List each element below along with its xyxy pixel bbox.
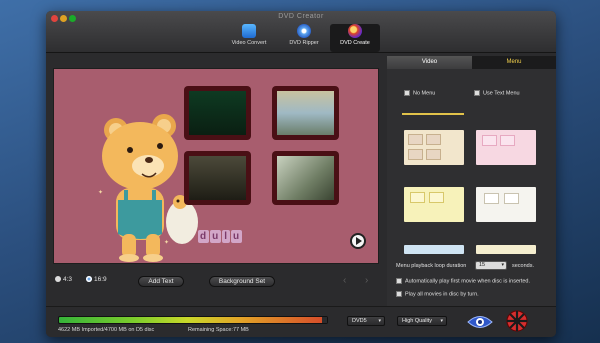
loop-duration-value: 15 [479, 262, 486, 268]
template-cell [484, 193, 499, 204]
template-cell [426, 134, 441, 145]
menu-template-3[interactable] [404, 187, 464, 222]
dvd-create-icon [348, 24, 362, 38]
toolbar-label: DVD Ripper [289, 40, 319, 46]
imported-size-text: 4622 MB Imported/4700 MB on D5 disc [58, 327, 155, 333]
checkbox-label: Play all movies in disc by turn. [405, 291, 479, 298]
preview-eye-icon[interactable] [467, 314, 493, 330]
disc-capacity-meter [58, 316, 328, 324]
chapter-thumbnail-3[interactable] [184, 151, 251, 205]
remaining-space-text: Remaining Space:77 MB [188, 327, 249, 333]
toolbar-dvd-create[interactable]: DVD Create [330, 24, 380, 52]
radio-icon [55, 276, 61, 283]
template-cell [408, 134, 423, 145]
next-page-arrow-icon[interactable]: › [365, 275, 368, 286]
checkbox-label: Automatically play first movie when disc… [405, 278, 531, 285]
checkbox-icon [404, 90, 410, 96]
template-cell [504, 193, 519, 204]
loop-unit-label: seconds. [512, 263, 535, 269]
template-cell [426, 149, 441, 160]
thumbnail-image [277, 156, 334, 200]
meter-remaining [322, 317, 327, 323]
autoplay-checkbox[interactable]: Automatically play first movie when disc… [396, 278, 530, 284]
template-cell [429, 192, 444, 203]
checkbox-icon [396, 291, 402, 297]
burn-disc-icon[interactable] [506, 310, 528, 332]
aspect-label: 16:9 [94, 276, 107, 283]
thumbnail-image [189, 156, 246, 200]
chapter-thumbnail-1[interactable] [184, 86, 251, 140]
toolbar-label: DVD Create [340, 40, 370, 46]
toolbar-label: Video Convert [231, 40, 267, 46]
checkbox-icon [396, 278, 402, 284]
menu-template-6[interactable] [476, 245, 536, 254]
play-all-checkbox[interactable]: Play all movies in disc by turn. [396, 291, 479, 297]
menu-template-2[interactable] [476, 130, 536, 165]
thumbnail-image [277, 91, 334, 135]
chapter-thumbnail-4[interactable] [272, 151, 339, 205]
toolbar-video-convert[interactable]: Video Convert [224, 24, 274, 52]
checkbox-icon [474, 90, 480, 96]
chapter-thumbnail-2[interactable] [272, 86, 339, 140]
use-text-menu-checkbox[interactable]: Use Text Menu [474, 90, 520, 96]
chevron-down-icon: ▾ [378, 318, 381, 324]
overlay-letter: d [198, 230, 210, 243]
background-set-button[interactable]: Background Set [209, 276, 275, 287]
checkbox-label: Use Text Menu [483, 90, 520, 97]
window-title: DVD Creator [278, 13, 324, 20]
aspect-16-9-radio[interactable]: 16:9 [86, 276, 107, 283]
chevron-down-icon: ▾ [501, 262, 504, 268]
template-cell [410, 192, 425, 203]
play-preview-button[interactable] [350, 233, 366, 249]
overlay-text[interactable]: dulu [198, 230, 243, 243]
quality-select[interactable]: High Quality ▾ [397, 316, 447, 326]
overlay-letter: u [210, 230, 222, 243]
overlay-letter: l [222, 230, 230, 243]
tab-video[interactable]: Video [387, 56, 472, 69]
app-window: DVD Creator Video Convert DVD Ripper DVD… [46, 11, 556, 337]
selected-template-indicator [402, 113, 464, 115]
checkbox-label: No Menu [413, 90, 436, 97]
settings-panel: Video Menu No Menu Use Text Menu Menu pl… [387, 56, 556, 306]
template-cell [408, 149, 423, 160]
template-cell [500, 135, 515, 146]
radio-icon [86, 276, 92, 283]
disc-type-value: DVD5 [352, 318, 367, 324]
template-cell [482, 135, 497, 146]
chevron-down-icon: ▾ [440, 318, 443, 324]
menu-template-5[interactable] [404, 245, 464, 254]
add-text-button[interactable]: Add Text [138, 276, 184, 287]
loop-duration-label: Menu playback loop duration [396, 263, 467, 269]
menu-preview: ✦ ✦ ✦ ✦ dulu [53, 68, 379, 264]
thumbnail-image [189, 91, 246, 135]
disc-type-select[interactable]: DVD5 ▾ [347, 316, 385, 326]
video-convert-icon [242, 24, 256, 38]
toolbar-dvd-ripper[interactable]: DVD Ripper [279, 24, 329, 52]
previous-page-arrow-icon[interactable]: ‹ [343, 275, 346, 286]
overlay-letter: u [231, 230, 243, 243]
menu-template-1[interactable] [404, 130, 464, 165]
loop-duration-select[interactable]: 15 ▾ [475, 261, 507, 270]
title-bar: DVD Creator Video Convert DVD Ripper DVD… [46, 11, 556, 53]
aspect-4-3-radio[interactable]: 4:3 [55, 276, 72, 283]
menu-template-4[interactable] [476, 187, 536, 222]
status-bar: 4622 MB Imported/4700 MB on D5 disc Rema… [46, 306, 556, 337]
tab-menu[interactable]: Menu [472, 56, 556, 69]
quality-value: High Quality [402, 318, 432, 324]
dvd-ripper-icon [297, 24, 311, 38]
no-menu-checkbox[interactable]: No Menu [404, 90, 435, 96]
aspect-label: 4:3 [63, 276, 73, 283]
